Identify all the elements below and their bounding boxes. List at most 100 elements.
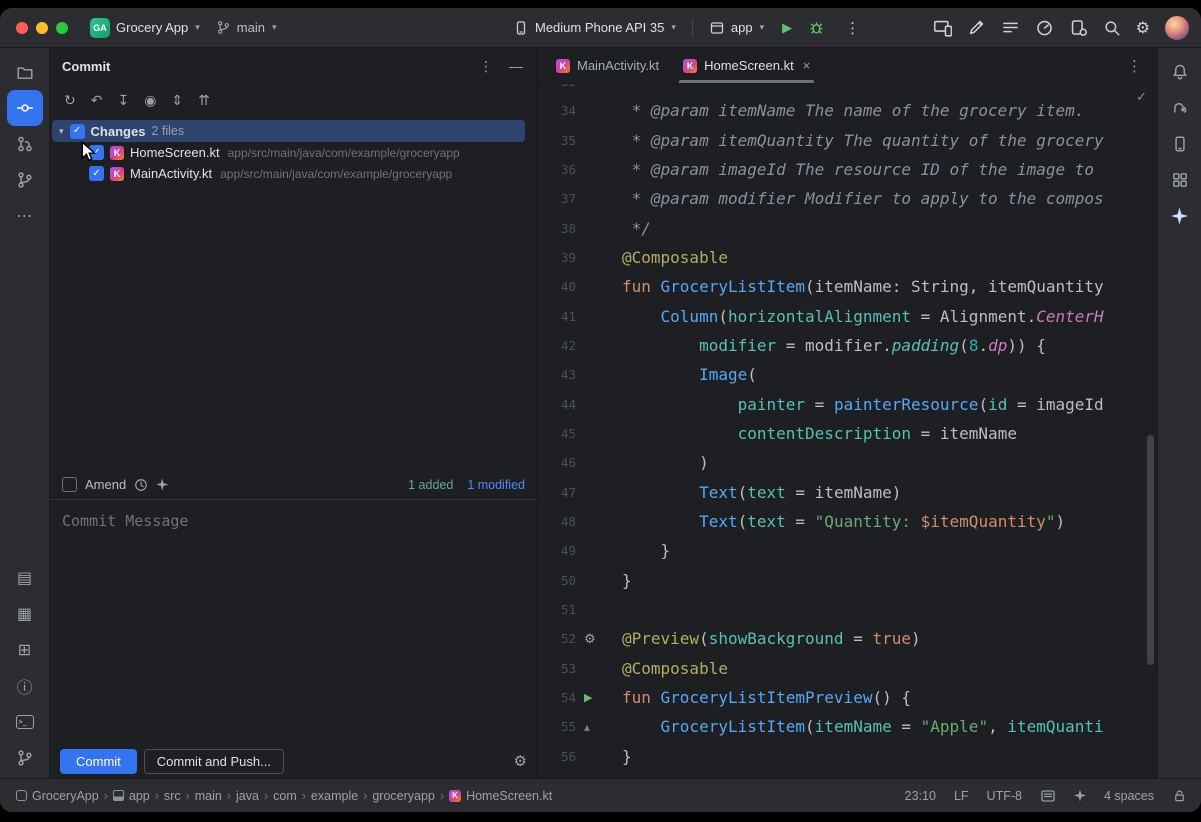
code-line[interactable]: 49 } (538, 536, 1157, 565)
indent-setting[interactable]: 4 spaces (1104, 789, 1154, 803)
code-line[interactable]: 45 contentDescription = itemName (538, 419, 1157, 448)
changed-file-row[interactable]: ✓KMainActivity.ktapp/src/main/java/com/e… (52, 163, 525, 184)
logcat-icon[interactable] (1001, 18, 1020, 37)
code-line[interactable]: 48 Text(text = "Quantity: $itemQuantity"… (538, 507, 1157, 536)
code-line[interactable]: 33 (538, 84, 1157, 96)
file-checkbox[interactable]: ✓ (89, 166, 104, 181)
avatar[interactable] (1165, 16, 1189, 40)
commit-and-push-button[interactable]: Commit and Push... (144, 749, 284, 774)
debug-button[interactable] (808, 19, 825, 36)
code-line[interactable]: 34 * @param itemName The name of the gro… (538, 96, 1157, 125)
reader-mode-icon[interactable] (1040, 788, 1056, 804)
breadcrumb-main[interactable]: main (195, 789, 222, 803)
changes-checkbox[interactable]: ✓ (70, 124, 85, 139)
code-line[interactable]: 47 Text(text = itemName) (538, 478, 1157, 507)
editor-scrollbar[interactable] (1147, 435, 1154, 665)
gradle-icon[interactable] (1162, 90, 1198, 126)
todo-icon[interactable]: ▤ (7, 560, 43, 596)
device-explorer-icon[interactable]: ▦ (7, 596, 43, 632)
caret-position[interactable]: 23:10 (905, 789, 936, 803)
version-control-icon[interactable] (7, 740, 43, 776)
run-configuration-selector[interactable]: app ▾ (709, 20, 764, 36)
code-line[interactable]: 56} (538, 742, 1157, 771)
rollback-icon[interactable]: ↶ (91, 92, 103, 109)
more-run-options-icon[interactable]: ⋮ (845, 19, 860, 37)
minimize-window-button[interactable] (36, 22, 48, 34)
settings-gear-icon[interactable]: ⚙ (1136, 18, 1150, 38)
changes-root-row[interactable]: ▾ ✓ Changes 2 files (52, 120, 525, 142)
commit-tool-icon[interactable] (7, 90, 43, 126)
profiler-icon[interactable] (1035, 18, 1054, 37)
ai-assistant-icon[interactable] (967, 18, 986, 37)
problems-icon[interactable]: ⓘ (7, 668, 43, 704)
preview-diff-icon[interactable]: ◉ (144, 92, 156, 109)
code-line[interactable]: 54▶fun GroceryListItemPreview() { (538, 683, 1157, 712)
breadcrumb-groceryapp[interactable]: GroceryApp (16, 789, 99, 803)
code-line[interactable]: 39@Composable (538, 243, 1157, 272)
breadcrumb-example[interactable]: example (311, 789, 358, 803)
inspections-ok-icon[interactable]: ✓ (1136, 89, 1147, 105)
project-selector[interactable]: GA Grocery App ▾ (90, 18, 200, 38)
shelve-icon[interactable]: ↧ (117, 92, 129, 109)
breadcrumb-java[interactable]: java (236, 789, 259, 803)
git-branch-selector[interactable]: main ▾ (216, 20, 277, 35)
more-tool-windows-icon[interactable]: ⋯ (7, 198, 43, 234)
lock-icon[interactable] (1172, 788, 1187, 803)
code-line[interactable]: 38 */ (538, 214, 1157, 243)
breadcrumb-groceryapp[interactable]: groceryapp (372, 789, 435, 803)
collapse-all-icon[interactable]: ⇈ (198, 92, 210, 109)
zoom-window-button[interactable] (56, 22, 68, 34)
project-tool-icon[interactable] (7, 54, 43, 90)
code-line[interactable]: 40fun GroceryListItem(itemName: String, … (538, 272, 1157, 301)
commit-options-gear-icon[interactable]: ⚙ (514, 752, 527, 770)
search-icon[interactable] (1103, 19, 1121, 37)
file-checkbox[interactable]: ✓ (89, 145, 104, 160)
code-line[interactable]: 51 (538, 595, 1157, 624)
breadcrumb-com[interactable]: com (273, 789, 297, 803)
run-button[interactable]: ▶ (782, 20, 792, 36)
device-mirror-icon[interactable] (933, 18, 952, 37)
terminal-icon[interactable]: >_ (7, 704, 43, 740)
notifications-bell-icon[interactable] (1162, 54, 1198, 90)
branches-icon[interactable] (7, 162, 43, 198)
code-line[interactable]: 50} (538, 566, 1157, 595)
device-selector[interactable]: Medium Phone API 35 ▾ (513, 20, 676, 36)
ai-status-sparkle-icon[interactable] (1074, 790, 1086, 802)
build-icon[interactable]: ⊞ (7, 632, 43, 668)
collapse-gutter-icon[interactable]: ▴ (584, 720, 590, 734)
resource-manager-icon[interactable] (1162, 162, 1198, 198)
changed-file-row[interactable]: ✓KHomeScreen.ktapp/src/main/java/com/exa… (52, 142, 525, 163)
gemini-icon[interactable] (1162, 198, 1198, 234)
chevron-down-icon[interactable]: ▾ (59, 126, 64, 137)
expand-all-icon[interactable]: ⇕ (171, 92, 183, 109)
device-manager-icon[interactable] (1069, 18, 1088, 37)
ai-sparkle-icon[interactable] (156, 479, 168, 491)
running-devices-icon[interactable] (1162, 126, 1198, 162)
editor-tab-homescreen-kt[interactable]: KHomeScreen.kt× (671, 48, 822, 83)
code-line[interactable]: 43 Image( (538, 360, 1157, 389)
hide-panel-icon[interactable]: — (509, 58, 523, 74)
breadcrumb-src[interactable]: src (164, 789, 181, 803)
line-separator[interactable]: LF (954, 789, 969, 803)
history-icon[interactable] (134, 478, 148, 492)
close-tab-icon[interactable]: × (803, 58, 811, 73)
code-line[interactable]: 44 painter = painterResource(id = imageI… (538, 390, 1157, 419)
code-area[interactable]: 3334 * @param itemName The name of the g… (538, 84, 1157, 778)
editor-options-icon[interactable]: ⋮ (1112, 57, 1157, 75)
panel-options-icon[interactable]: ⋮ (479, 58, 493, 75)
code-line[interactable]: 53@Composable (538, 654, 1157, 683)
breadcrumb-homescreen-kt[interactable]: KHomeScreen.kt (449, 789, 552, 803)
code-line[interactable]: 42 modifier = modifier.padding(8.dp)) { (538, 331, 1157, 360)
refresh-icon[interactable]: ↻ (64, 92, 76, 109)
run-gutter-icon[interactable]: ▶ (584, 691, 592, 704)
code-line[interactable]: 36 * @param imageId The resource ID of t… (538, 155, 1157, 184)
code-line[interactable]: 46 ) (538, 448, 1157, 477)
code-line[interactable]: 55▴ GroceryListItem(itemName = "Apple", … (538, 712, 1157, 741)
pull-requests-icon[interactable] (7, 126, 43, 162)
code-line[interactable]: 35 * @param itemQuantity The quantity of… (538, 126, 1157, 155)
file-encoding[interactable]: UTF-8 (987, 789, 1022, 803)
commit-button[interactable]: Commit (60, 749, 137, 774)
code-line[interactable]: 52⚙@Preview(showBackground = true) (538, 624, 1157, 653)
code-line[interactable]: 41 Column(horizontalAlignment = Alignmen… (538, 302, 1157, 331)
code-line[interactable]: 37 * @param modifier Modifier to apply t… (538, 184, 1157, 213)
